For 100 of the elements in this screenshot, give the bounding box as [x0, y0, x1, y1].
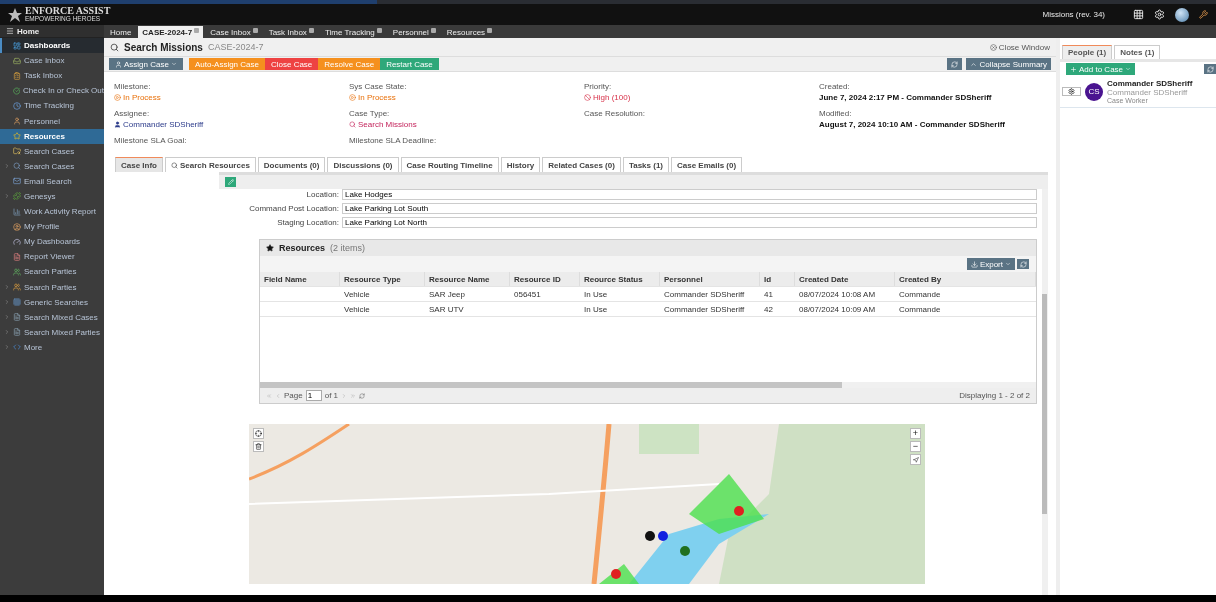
table-cell-text: 056451: [513, 289, 542, 299]
table-cell-text: 41: [763, 289, 774, 299]
column-header[interactable]: Created By: [895, 272, 1036, 286]
sidebar-item[interactable]: Check In or Check Out: [0, 83, 104, 99]
sidebar-item[interactable]: Search Mixed Parties: [0, 324, 104, 340]
star-badge-icon: [8, 7, 22, 22]
avatar-circle[interactable]: [1175, 7, 1189, 22]
refresh-button[interactable]: [1204, 64, 1216, 74]
column-header[interactable]: Field Name: [260, 272, 340, 286]
export-button[interactable]: Export: [966, 258, 1015, 270]
expand-icon[interactable]: [4, 314, 10, 321]
sidebar-item[interactable]: Case Inbox: [0, 53, 104, 69]
menu-icon[interactable]: [6, 27, 14, 35]
table-cell-text: Commander SDSheriff: [663, 304, 746, 314]
text-field[interactable]: Lake Hodges: [342, 189, 1037, 200]
expand-icon[interactable]: [4, 193, 10, 200]
edit-button[interactable]: [225, 177, 236, 187]
case-tab[interactable]: Related Cases (0): [542, 157, 621, 172]
close-icon[interactable]: [487, 27, 493, 33]
sidebar-item[interactable]: Task Inbox: [0, 68, 104, 84]
sidebar-item[interactable]: Resources: [0, 128, 104, 144]
home-menu[interactable]: Home: [0, 25, 104, 38]
draw-shape-button[interactable]: [253, 428, 264, 439]
refresh-button[interactable]: [1017, 259, 1029, 269]
sidebar-item[interactable]: More: [0, 339, 104, 355]
settings-dropdown[interactable]: [1062, 87, 1081, 96]
field-value[interactable]: Commander SDSheriff: [114, 120, 349, 129]
top-tab[interactable]: Resources: [442, 26, 497, 38]
collapse-summary-button[interactable]: Collapse Summary: [966, 58, 1051, 70]
column-header[interactable]: Resource Type: [340, 272, 425, 286]
case-tab[interactable]: Discussions (0): [327, 157, 399, 172]
delete-button[interactable]: [253, 441, 264, 452]
expand-icon[interactable]: [4, 329, 10, 336]
page-total: of 1: [324, 391, 339, 400]
close-window-link[interactable]: Close Window: [989, 42, 1050, 52]
column-header[interactable]: Id: [760, 272, 795, 286]
wrench-icon[interactable]: [1199, 10, 1208, 19]
panel-tab[interactable]: Notes (1): [1114, 45, 1161, 59]
case-tab[interactable]: Tasks (1): [622, 157, 669, 172]
close-icon[interactable]: [376, 27, 382, 33]
table-cell-text: Commande: [898, 289, 942, 299]
close-icon[interactable]: [308, 27, 314, 33]
top-tab[interactable]: Time Tracking: [320, 26, 386, 38]
expand-icon[interactable]: [4, 344, 10, 351]
sidebar-item[interactable]: Personnel: [0, 113, 104, 129]
column-header[interactable]: Resource Name: [425, 272, 510, 286]
sidebar-item[interactable]: My Profile: [0, 219, 104, 235]
sidebar-item[interactable]: Generic Searches: [0, 294, 104, 310]
page-label: Page: [284, 391, 303, 400]
compass-button[interactable]: [910, 454, 921, 465]
sidebar-item[interactable]: Genesys: [0, 188, 104, 205]
close-icon[interactable]: [252, 27, 258, 33]
text-field[interactable]: Lake Parking Lot North: [342, 217, 1037, 228]
sidebar-item[interactable]: Search Parties: [0, 264, 104, 280]
expand-icon[interactable]: [4, 299, 10, 306]
field-label: Sys Case State:: [349, 82, 408, 91]
case-tab[interactable]: Search Resources: [165, 157, 256, 172]
sidebar-item[interactable]: Search Cases: [0, 143, 104, 159]
dashboard-icon: [13, 41, 21, 50]
page-field[interactable]: 1: [305, 390, 322, 401]
top-tab[interactable]: Personnel: [388, 26, 440, 38]
zoom-out-button[interactable]: −: [910, 441, 921, 452]
clipboard-icon: [13, 71, 21, 80]
sidebar-item[interactable]: Dashboards: [0, 38, 104, 54]
close-icon[interactable]: [430, 27, 436, 33]
column-header[interactable]: Resource ID: [510, 272, 580, 286]
case-tab[interactable]: Documents (0): [257, 157, 326, 172]
sidebar-item[interactable]: Email Search: [0, 173, 104, 189]
top-tab[interactable]: Task Inbox: [264, 26, 318, 38]
top-tab[interactable]: Home: [106, 26, 136, 38]
field-label: Milestone:: [114, 82, 152, 91]
column-header[interactable]: Reource Status: [580, 272, 660, 286]
sidebar-item[interactable]: Search Mixed Cases: [0, 309, 104, 325]
sidebar-item[interactable]: My Dashboards: [0, 234, 104, 250]
field-label: Command Post Location:: [248, 204, 339, 213]
action-button[interactable]: Close Case: [264, 58, 319, 70]
text-field[interactable]: Lake Parking Lot South: [342, 203, 1037, 214]
refresh-icon[interactable]: [359, 392, 366, 399]
star-icon: [266, 244, 274, 252]
expand-icon[interactable]: [4, 284, 10, 291]
case-tab[interactable]: Case Routing Timeline: [400, 157, 499, 172]
case-tab[interactable]: Case Emails (0): [671, 157, 743, 172]
top-tab[interactable]: Case Inbox: [206, 26, 262, 38]
case-tab[interactable]: Case Info: [115, 157, 163, 172]
action-button[interactable]: Assign Case: [109, 58, 183, 70]
sidebar-item[interactable]: Report Viewer: [0, 249, 104, 265]
column-header[interactable]: Created Date: [795, 272, 895, 286]
expand-icon[interactable]: [4, 163, 10, 170]
zoom-in-button[interactable]: +: [910, 428, 921, 439]
column-header[interactable]: Personnel: [660, 272, 760, 286]
sidebar-item[interactable]: Time Tracking: [0, 98, 104, 114]
sidebar-item[interactable]: Search Cases: [0, 158, 104, 174]
refresh-button[interactable]: [947, 58, 963, 70]
close-icon[interactable]: [989, 43, 997, 51]
panel-tab[interactable]: People (1): [1062, 45, 1113, 59]
sidebar-item[interactable]: Work Activity Report: [0, 204, 104, 220]
sidebar-item[interactable]: Search Parties: [0, 279, 104, 295]
settings-icon[interactable]: [1154, 9, 1165, 20]
case-tab[interactable]: History: [500, 157, 541, 172]
top-tab[interactable]: CASE-2024-7: [138, 26, 204, 38]
